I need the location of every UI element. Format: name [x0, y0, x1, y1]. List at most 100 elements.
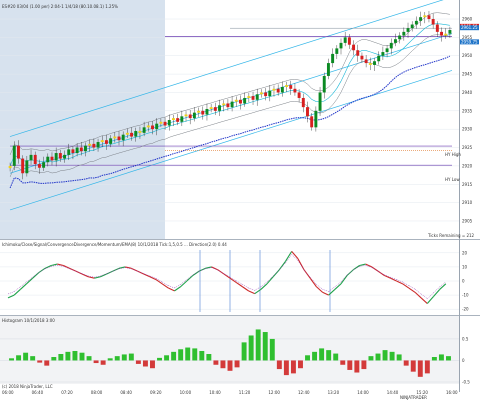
candle-body [29, 154, 33, 161]
hy-low-label: HY Low [445, 177, 460, 182]
candle-body [377, 55, 381, 62]
candle-body [285, 85, 289, 87]
hist-bar [199, 350, 205, 361]
hist-bar [417, 360, 423, 377]
hist-bar [58, 354, 64, 361]
hist-bar [65, 351, 71, 361]
copyright-note: (c) 2018 NinjaTrader, LLC [2, 384, 53, 389]
candle-body [184, 114, 188, 117]
candle-body [318, 92, 322, 111]
candle-body [368, 63, 372, 65]
time-tick-label: 07:20 [61, 390, 73, 395]
candle-body [222, 103, 226, 106]
hist-bar [220, 360, 226, 369]
time-tick-label: 09:20 [150, 390, 162, 395]
price-flag-label: 2959.75 [461, 39, 478, 44]
osc-tick-label: -20 [462, 307, 469, 312]
candle-body [33, 154, 37, 165]
candle-body [88, 143, 92, 146]
candle-body [138, 131, 142, 133]
price-tick-label: 2905 [462, 218, 473, 223]
candle-body [213, 107, 217, 111]
price-tick-label: 2925 [462, 145, 473, 150]
hist-bar [121, 354, 127, 361]
candle-body [373, 61, 376, 65]
candle-body [50, 156, 54, 161]
time-tick-label: 11:20 [239, 390, 251, 395]
hist-bar [234, 360, 240, 368]
candle-body [393, 39, 397, 43]
candle-body [226, 103, 230, 108]
candle-body [54, 153, 58, 161]
hist-background [0, 316, 459, 384]
hist-bar [403, 360, 409, 366]
candle-body [343, 37, 347, 43]
candle-body [171, 118, 175, 120]
hy-high-label: HY High [445, 152, 461, 157]
hist-bar [269, 338, 275, 361]
candle-body [414, 20, 418, 25]
time-tick-label: 16:00 [446, 390, 458, 395]
candle-body [121, 134, 125, 141]
hist-bar [107, 358, 113, 361]
candle-body [381, 52, 385, 56]
hist-bar [86, 356, 92, 361]
hist-bar [157, 357, 162, 361]
candle-body [159, 121, 163, 124]
candle-body [234, 99, 238, 102]
candle-body [84, 145, 87, 152]
candle-body [347, 37, 351, 45]
hist-bar [142, 360, 148, 367]
candle-body [130, 132, 134, 137]
candle-body [289, 85, 293, 89]
candle-body [96, 142, 100, 148]
candle-body [306, 107, 309, 117]
candle-body [435, 24, 439, 32]
chart-canvas[interactable]: ES#20 03/04 (1.00 per) 2:04-1 1/4/18 (80… [0, 0, 480, 401]
hist-bar [389, 351, 395, 361]
price-tick-label: 2930 [462, 127, 473, 132]
hist-bar [241, 342, 247, 361]
hist-bar [354, 360, 360, 373]
candle-body [21, 158, 25, 174]
price-flag-label: 2961.25 [461, 25, 478, 30]
candle-body [151, 125, 154, 130]
hist-bar [438, 354, 444, 361]
price-tick-label: 2945 [462, 72, 473, 77]
candle-body [410, 24, 414, 29]
hist-bar [114, 356, 120, 361]
hist-bar [326, 350, 332, 361]
hist-bar [150, 360, 155, 369]
hist-bar [79, 352, 85, 361]
hist-bar [178, 349, 184, 361]
candle-body [239, 99, 242, 104]
candle-body [100, 140, 104, 143]
candle-body [310, 116, 314, 128]
candle-body [385, 48, 389, 53]
hist-bar [290, 360, 296, 374]
candle-body [423, 15, 427, 18]
hist-bar [361, 360, 367, 370]
time-tick-label: 13:20 [328, 390, 340, 395]
hist-tick-label: -0.5 [462, 380, 470, 385]
candle-body [247, 96, 251, 98]
oscillator-title: Ichimoku/Close/Signal/ConvergenceDiverge… [2, 242, 227, 247]
candle-body [192, 112, 196, 119]
instrument-header: ES#20 03/04 (1.00 per) 2:04-1 1/4/18 (80… [2, 4, 118, 9]
time-tick-label: 14:40 [387, 390, 399, 395]
hist-bar [319, 348, 325, 361]
hist-bar [185, 347, 191, 361]
hist-bar [9, 358, 14, 361]
candle-body [188, 114, 192, 119]
hist-bar [171, 351, 177, 361]
hist-bar [255, 329, 261, 361]
candle-body [58, 153, 62, 159]
hist-bar [128, 353, 134, 361]
candle-body [301, 97, 305, 108]
hist-bar [368, 356, 374, 361]
candle-body [25, 160, 29, 174]
candle-body [8, 165, 12, 169]
hist-bar [262, 332, 268, 361]
candle-body [109, 138, 113, 144]
price-tick-label: 2910 [462, 200, 473, 205]
